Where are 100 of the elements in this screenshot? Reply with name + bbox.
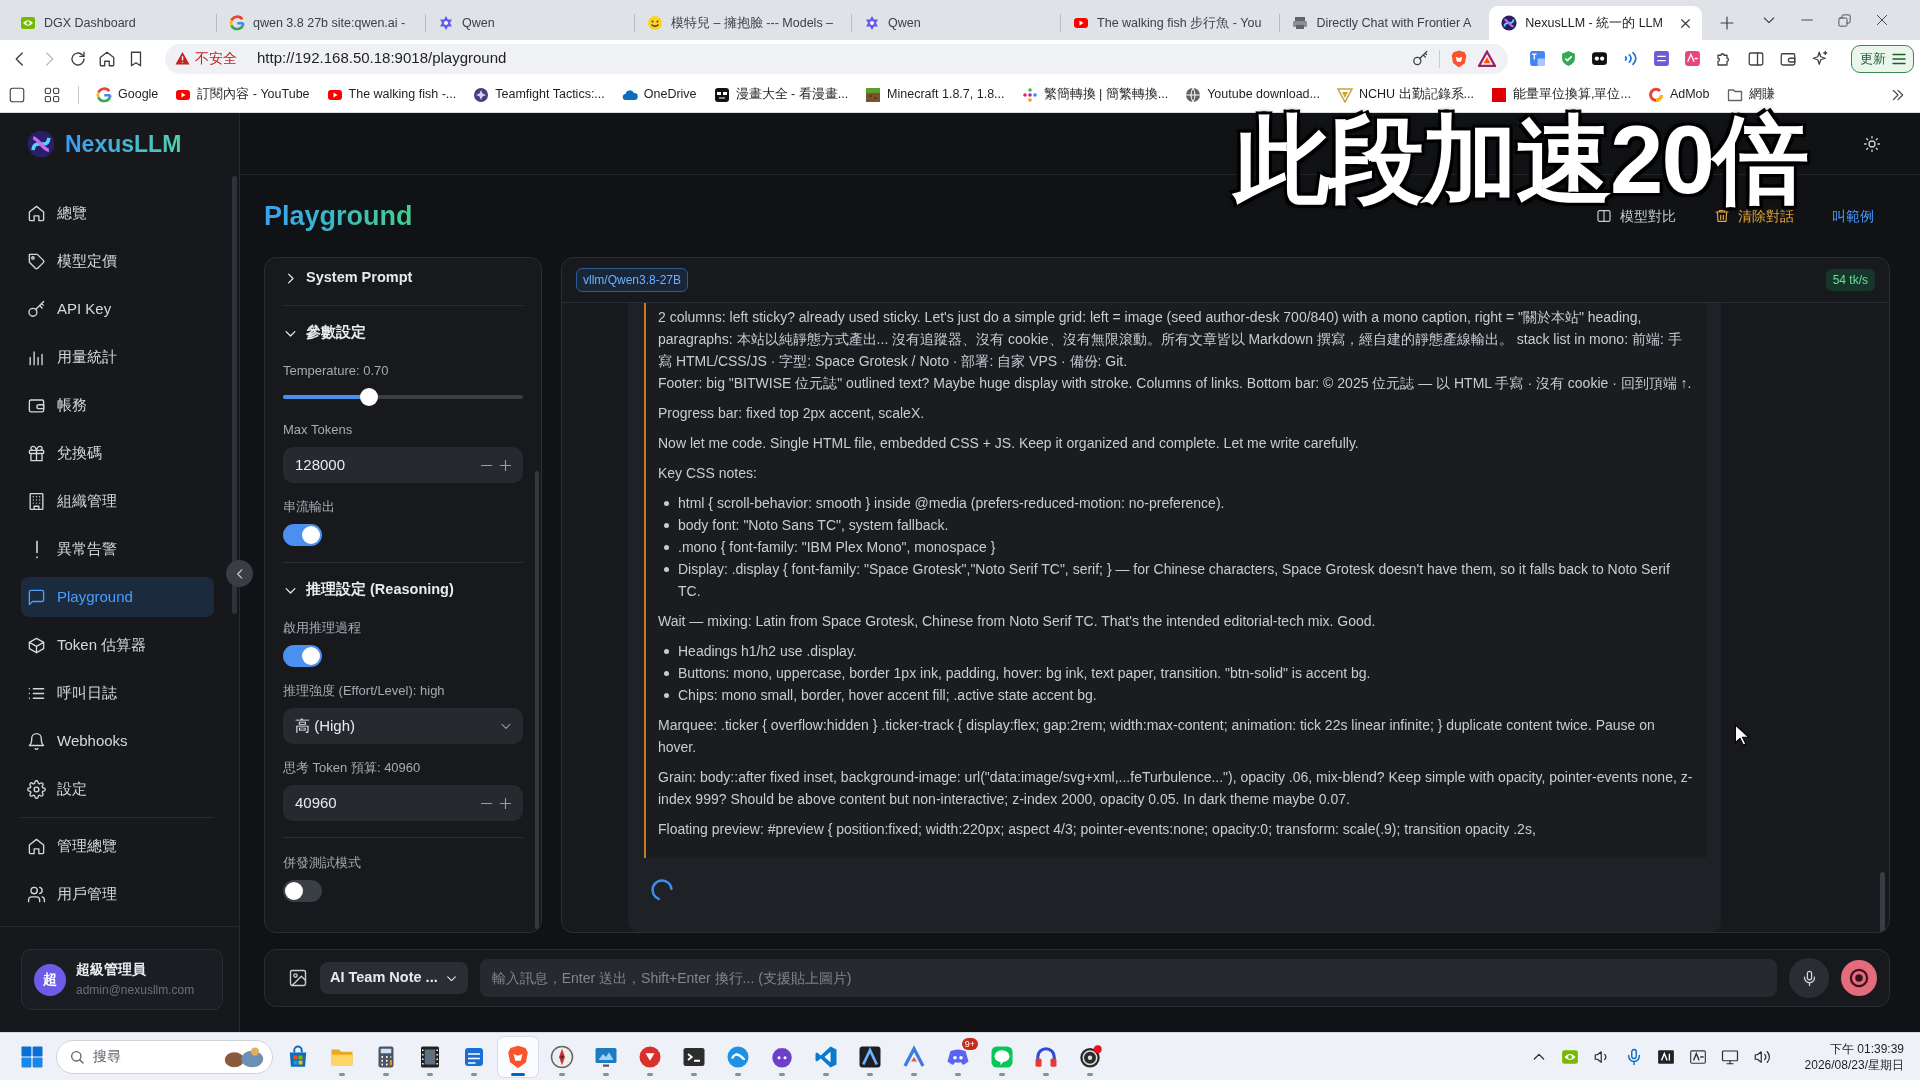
lion-logo-icon[interactable] bbox=[1450, 49, 1468, 68]
nav-item[interactable]: 異常告警 bbox=[21, 529, 214, 569]
section-header[interactable]: System Prompt bbox=[283, 258, 523, 298]
browser-tab[interactable]: Directly Chat with Frontier A bbox=[1280, 6, 1490, 40]
browser-tab[interactable]: Qwen bbox=[852, 6, 1061, 40]
browser-tab[interactable]: qwen 3.8 27b site:qwen.ai - bbox=[217, 6, 425, 40]
close-icon[interactable] bbox=[1874, 12, 1890, 28]
nav-item[interactable]: 設定 bbox=[21, 769, 214, 809]
doodle-icon[interactable] bbox=[222, 1045, 266, 1068]
action-button[interactable]: 模型對比 bbox=[1590, 203, 1682, 229]
number-field[interactable]: 40960 bbox=[283, 785, 523, 821]
columns-icon bbox=[1596, 208, 1612, 224]
section-header[interactable]: 參數設定 bbox=[283, 313, 523, 353]
browser-tab[interactable]: DGX Dashboard bbox=[8, 6, 216, 40]
security-chip[interactable]: 不安全 bbox=[175, 48, 237, 69]
sun-icon[interactable] bbox=[1863, 134, 1881, 153]
field-label: 併發測試模式 bbox=[283, 854, 362, 872]
bookmark[interactable]: NCHU 出勤記錄系... bbox=[1337, 85, 1474, 104]
translate-icon[interactable] bbox=[1529, 50, 1546, 67]
chat-icon bbox=[27, 587, 46, 607]
bookmark[interactable]: 訂閱內容 - YouTube bbox=[175, 85, 310, 104]
key-icon[interactable] bbox=[1412, 50, 1429, 67]
slider-track[interactable] bbox=[283, 388, 523, 406]
square-icon[interactable] bbox=[8, 85, 26, 104]
triangle-icon[interactable] bbox=[1478, 49, 1496, 68]
nav-item[interactable]: 用量統計 bbox=[21, 337, 214, 377]
nav-item[interactable]: 呼叫日誌 bbox=[21, 673, 214, 713]
bookmark[interactable]: 能量單位換算,單位... bbox=[1491, 85, 1631, 104]
scrollbar-thumb[interactable] bbox=[535, 471, 539, 929]
nav-item[interactable]: Webhooks bbox=[21, 721, 214, 761]
update-button[interactable]: 更新 bbox=[1851, 44, 1914, 73]
browser-tab[interactable]: NexusLLM - 統一的 LLM bbox=[1489, 6, 1702, 40]
language-tile-icon[interactable] bbox=[1684, 50, 1701, 67]
waves-icon[interactable] bbox=[1622, 50, 1639, 67]
start-menu-icon[interactable] bbox=[20, 1044, 44, 1069]
home-icon[interactable] bbox=[98, 49, 116, 68]
browser-tab[interactable]: Qwen bbox=[426, 6, 634, 40]
clock[interactable]: 下午 01:39:39 2026/08/23/星期日 bbox=[1804, 1040, 1920, 1073]
list-item: .mono { font-family: "IBM Plex Mono", monospace } bbox=[678, 538, 996, 557]
nav-item[interactable]: 帳務 bbox=[21, 385, 214, 425]
reasoning-paragraph: Now let me code. Single HTML file, embedded CSS + JS. Keep it organized and complete. Let me write carefully. bbox=[658, 434, 1360, 453]
nav-item[interactable]: 模型定價 bbox=[21, 241, 214, 281]
browser-tab[interactable]: The walking fish 步行魚 - You bbox=[1061, 6, 1280, 40]
agent-select[interactable]: AI Team Note ... bbox=[320, 962, 468, 994]
browser-tab[interactable]: 模特兒 – 擁抱臉 --- Models – bbox=[635, 6, 852, 40]
bookmark[interactable]: 繁簡轉換 | 簡繁轉換... bbox=[1021, 85, 1169, 104]
nav-item[interactable]: API Key bbox=[21, 289, 214, 329]
slider-thumb[interactable] bbox=[360, 388, 379, 406]
bookmark[interactable]: 漫畫大全 - 看漫畫... bbox=[713, 85, 849, 104]
bookmark[interactable]: Teamfight Tactics:... bbox=[473, 85, 605, 104]
bookmark[interactable]: OneDrive bbox=[621, 85, 697, 104]
grid-icon[interactable] bbox=[43, 85, 61, 104]
sidebar-icon[interactable] bbox=[1747, 49, 1765, 68]
close-icon[interactable] bbox=[1678, 16, 1692, 30]
address-bar[interactable]: 不安全 http://192.168.50.18:9018/playground bbox=[165, 43, 1508, 74]
bookmark[interactable]: 網賺 bbox=[1726, 85, 1775, 104]
restore-icon[interactable] bbox=[1837, 12, 1852, 28]
user-name: 超級管理員 bbox=[76, 961, 147, 980]
section-header[interactable]: 推理設定 (Reasoning) bbox=[283, 570, 523, 610]
nav-item[interactable]: 兌換碼 bbox=[21, 433, 214, 473]
microphone-button[interactable] bbox=[1789, 958, 1829, 998]
bookmark[interactable]: Youtube download... bbox=[1185, 85, 1320, 104]
nav-item[interactable]: 組織管理 bbox=[21, 481, 214, 521]
user-card[interactable]: 超 超級管理員 admin@nexusllm.com bbox=[21, 949, 223, 1010]
keyboard-tile-icon[interactable] bbox=[1656, 1047, 1675, 1066]
toggle-switch[interactable] bbox=[283, 524, 322, 546]
message-input[interactable]: 輸入訊息，Enter 送出，Shift+Enter 換行... (支援貼上圖片) bbox=[479, 959, 1777, 997]
home-icon bbox=[27, 203, 46, 223]
bookmark[interactable]: Google bbox=[96, 85, 159, 104]
eyes-icon[interactable] bbox=[1591, 50, 1608, 67]
nav-item[interactable]: 管理總覽 bbox=[21, 826, 214, 866]
scrollbar-thumb[interactable] bbox=[232, 176, 237, 614]
toggle-switch[interactable] bbox=[283, 645, 322, 667]
search-field[interactable]: 搜尋 bbox=[56, 1039, 273, 1074]
stop-button[interactable] bbox=[1841, 960, 1877, 996]
bookmark[interactable]: AdMob bbox=[1647, 85, 1710, 104]
toggle-switch[interactable] bbox=[283, 880, 322, 902]
grass-block-icon bbox=[865, 86, 882, 103]
speed-badge: 54 tk/s bbox=[1825, 269, 1875, 291]
select-field[interactable]: 高 (High) bbox=[283, 708, 523, 744]
shield-icon[interactable] bbox=[1560, 50, 1577, 67]
bookmark[interactable]: The walking fish -... bbox=[326, 85, 457, 104]
nav-item[interactable]: Playground bbox=[21, 577, 214, 617]
bookmark[interactable]: Minecraft 1.8.7, 1.8... bbox=[865, 85, 1005, 104]
nav-item[interactable]: 用戶管理 bbox=[21, 874, 214, 914]
plus-icon[interactable] bbox=[498, 795, 513, 811]
image-icon[interactable] bbox=[288, 968, 308, 988]
star-logo-icon bbox=[438, 15, 454, 31]
nav-item[interactable]: Token 估算器 bbox=[21, 625, 214, 665]
nav-item[interactable]: 總覽 bbox=[21, 193, 214, 233]
plus-icon[interactable] bbox=[498, 457, 513, 473]
number-field[interactable]: 128000 bbox=[283, 447, 523, 483]
monitor-icon[interactable] bbox=[1720, 1047, 1739, 1066]
sparkle-icon[interactable] bbox=[1811, 49, 1829, 68]
reload-icon[interactable] bbox=[69, 49, 87, 68]
scrollbar-thumb[interactable] bbox=[1880, 872, 1885, 932]
action-button[interactable]: 叫範例 bbox=[1826, 203, 1880, 229]
taskbar-button[interactable]: 9+ bbox=[938, 1036, 978, 1077]
lined-tile-icon[interactable] bbox=[1653, 50, 1670, 67]
keyboard-outline-icon[interactable] bbox=[1688, 1047, 1707, 1066]
